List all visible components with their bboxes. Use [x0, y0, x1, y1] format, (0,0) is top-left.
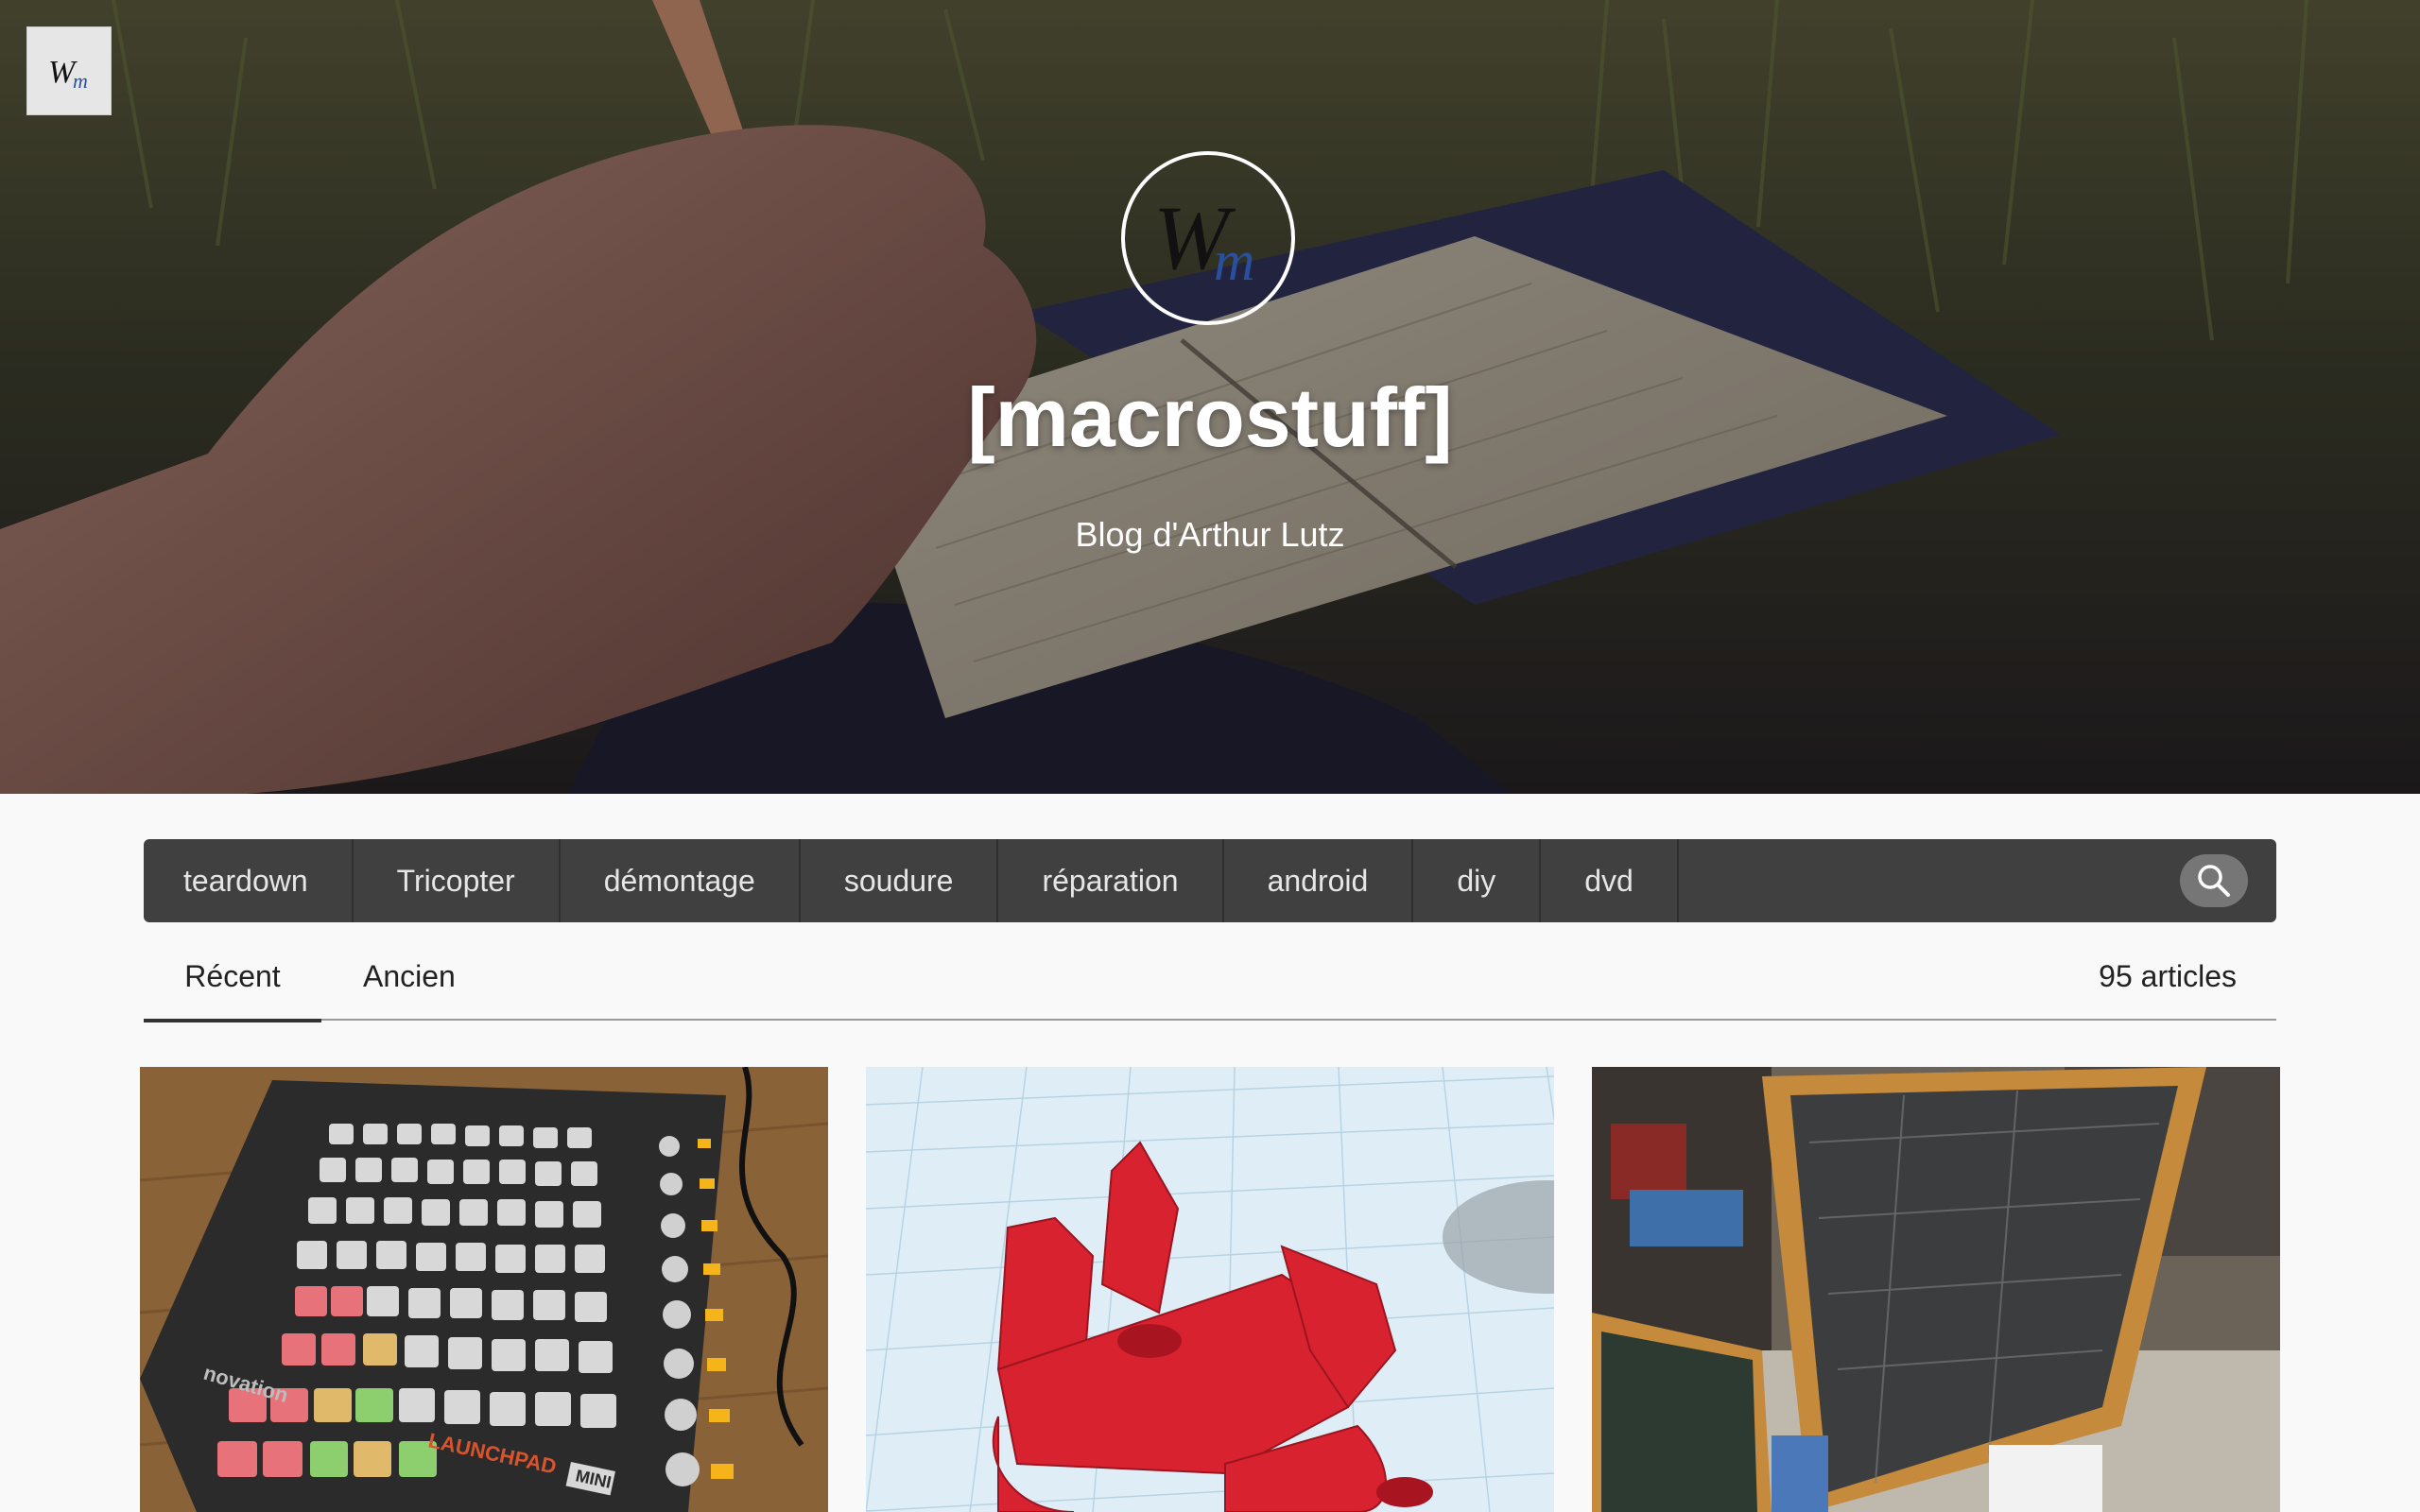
search-button[interactable]	[2180, 854, 2248, 907]
tag-reparation[interactable]: réparation	[998, 839, 1224, 922]
svg-text:m: m	[73, 69, 88, 93]
tag-soudure[interactable]: soudure	[801, 839, 999, 922]
tag-teardown[interactable]: teardown	[144, 839, 354, 922]
article-card-workshop[interactable]	[1592, 1067, 2280, 1512]
tag-navigation-bar: teardown Tricopter démontage soudure rép…	[144, 839, 2276, 922]
site-subtitle: Blog d'Arthur Lutz	[1075, 515, 1345, 554]
tab-ancien[interactable]: Ancien	[363, 945, 456, 1019]
search-icon	[2198, 865, 2230, 897]
avatar: W m	[1121, 151, 1295, 325]
home-logo-button[interactable]: W m	[26, 26, 112, 115]
article-count: 95 articles	[2099, 959, 2237, 993]
article-card-3d-part[interactable]	[866, 1067, 1554, 1512]
hero-banner: W m W m [macrostuff] Blog d'Arthur Lutz	[0, 0, 2420, 794]
svg-text:m: m	[1214, 230, 1254, 292]
tag-tricopter[interactable]: Tricopter	[354, 839, 561, 922]
tag-dvd[interactable]: dvd	[1541, 839, 1679, 922]
wm-monogram-icon: W m	[1153, 187, 1254, 292]
workshop-photo	[1592, 1067, 2280, 1512]
article-card-launchpad[interactable]: novation LAUNCHPAD MINI	[140, 1067, 828, 1512]
launchpad-photo: novation LAUNCHPAD MINI	[140, 1067, 828, 1512]
tag-demontage[interactable]: démontage	[561, 839, 801, 922]
tab-recent[interactable]: Récent	[144, 945, 321, 1022]
sort-tabs: Récent Ancien 95 articles	[144, 945, 2276, 1022]
tag-diy[interactable]: diy	[1413, 839, 1542, 922]
3d-part-render	[866, 1067, 1554, 1512]
site-title[interactable]: [macrostuff]	[0, 370, 2420, 465]
tag-android[interactable]: android	[1224, 839, 1414, 922]
wm-monogram-icon: W m	[48, 55, 88, 93]
